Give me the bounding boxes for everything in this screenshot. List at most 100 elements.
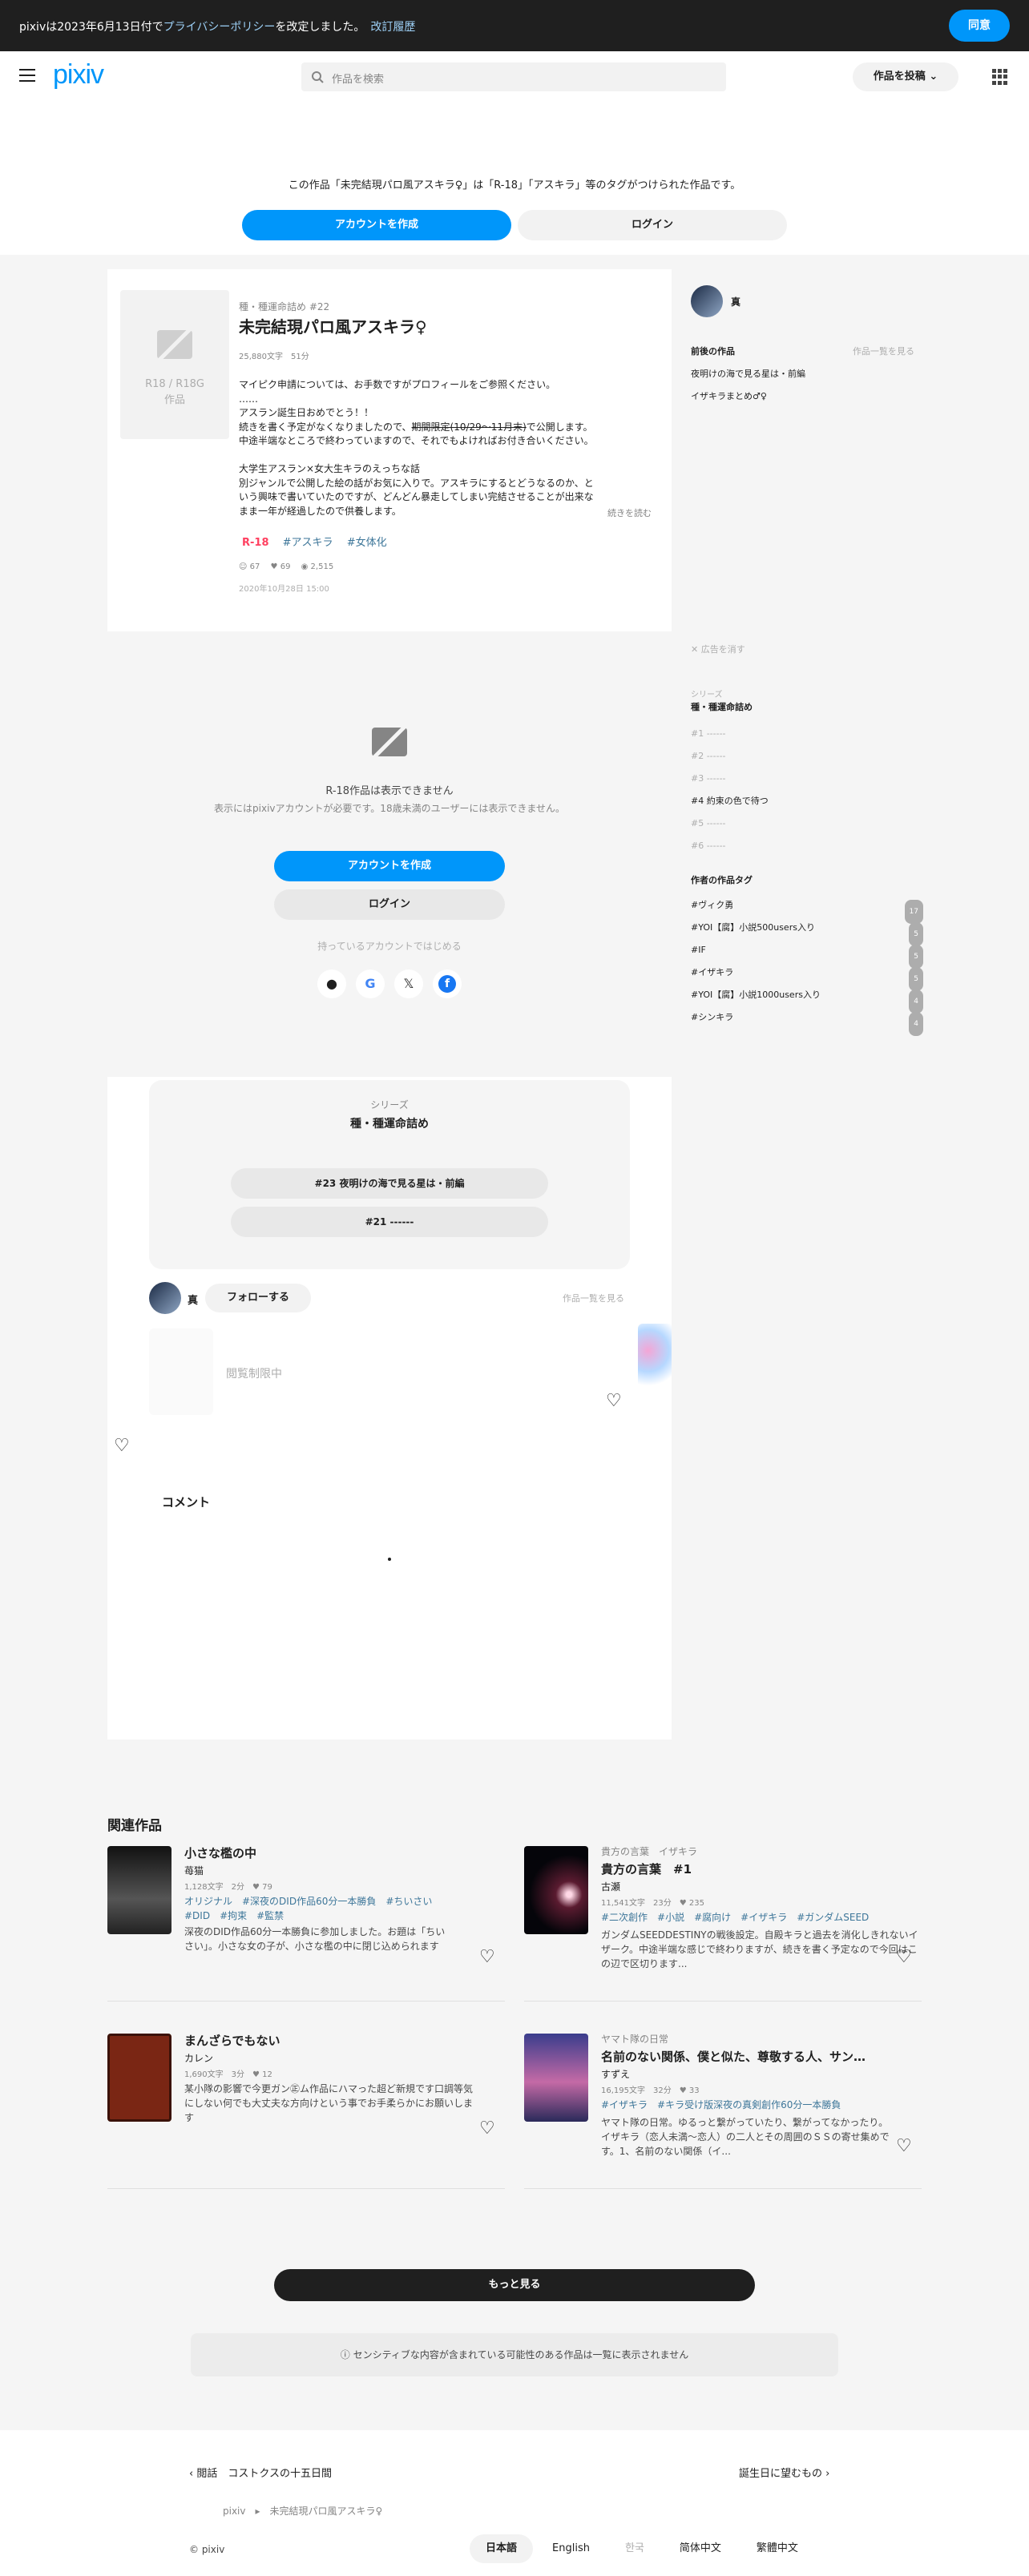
lang-en[interactable]: English (536, 2534, 606, 2563)
author-tag[interactable]: #ヴィク勇 17 (691, 894, 923, 924)
related-title-text[interactable]: 名前のない関係、僕と似た、尊敬する人、サン… (601, 2048, 918, 2065)
related-series[interactable]: ヤマト隊の日常 (601, 2032, 668, 2046)
post-work-button[interactable]: 作品を投稿 ⌄ (853, 62, 958, 91)
lang-ja[interactable]: 日本語 (470, 2534, 534, 2563)
author-tag[interactable]: #YOI【腐】小説1000users入り 4 (691, 984, 923, 1014)
chevron-down-icon: ⌄ (929, 71, 938, 83)
bookmark-heart-icon[interactable]: ♡ (479, 1947, 495, 1967)
related-tags[interactable]: オリジナル #深夜のDID作品60分一本勝負 #ちいさい #DID #拘束 #監… (184, 1894, 449, 1923)
series-item[interactable]: #1 ------ (691, 723, 769, 745)
related-desc: ヤマト隊の日常。ゆるっと繋がっていたり、繋がってなかったり。イザキラ（恋人未満〜… (601, 2117, 890, 2157)
read-more-link[interactable]: 続きを読む (604, 506, 655, 519)
menu-icon[interactable] (19, 69, 35, 82)
series-box: シリーズ 種・種運命詰め #23 夜明けの海で見る星は・前編 #21 -----… (149, 1080, 630, 1269)
avatar[interactable] (691, 285, 723, 317)
bookmark-heart-icon[interactable]: ♡ (479, 2118, 495, 2139)
series-box-label: シリーズ (370, 1099, 409, 1111)
side-works-link[interactable]: 作品一覧を見る (853, 345, 914, 357)
revision-history-link[interactable]: 改訂履歴 (370, 21, 415, 34)
r18-thumbnail-placeholder: R18 / R18G 作品 (120, 290, 229, 439)
related-desc: ガンダムSEEDDESTINYの戦後設定。自殿キラと過去を消化しきれないイザーク… (601, 1929, 918, 1969)
side-series-title[interactable]: 種・種運命詰め (691, 700, 753, 713)
related-desc: 某小隊の影響で今更ガン㊣ム作品にハマった超ど新規です口調等気にしない何でも大丈夫… (184, 2083, 474, 2123)
breadcrumb-root[interactable]: pixiv (223, 2505, 246, 2517)
google-icon[interactable]: G (356, 970, 385, 998)
pixiv-logo[interactable]: pixiv (53, 59, 104, 91)
series-item[interactable]: #2 ------ (691, 745, 769, 768)
related-card[interactable]: 貴方の言葉 イザキラ 貴方の言葉 #1 古瀬 11,541文字 23分 ♥ 23… (524, 1844, 922, 2002)
comments-title: コメント (162, 1495, 211, 1510)
author-tag[interactable]: #イザキラ 5 (691, 961, 923, 991)
series-item[interactable]: #6 ------ (691, 835, 769, 857)
related-card[interactable]: まんざらでもない カレン 1,690文字 3分 ♥ 12 某小隊の影響で今更ガン… (107, 2032, 505, 2189)
other-work-thumb[interactable] (638, 1324, 672, 1391)
related-title-text[interactable]: 小さな檻の中 (184, 1844, 256, 1861)
r18-create-account-button[interactable]: アカウントを作成 (274, 851, 505, 881)
avatar[interactable] (149, 1282, 181, 1314)
bookmark-heart-icon[interactable]: ♡ (606, 1391, 622, 1411)
related-tags[interactable]: #二次創作 #小説 #腐向け #イザキラ #ガンダムSEED (601, 1910, 922, 1925)
side-author-name[interactable]: 真 (731, 295, 740, 308)
lang-zh-tw[interactable]: 繁體中文 (740, 2534, 814, 2563)
related-series[interactable]: 貴方の言葉 イザキラ (601, 1844, 697, 1858)
privacy-policy-link[interactable]: プライバシーポリシー (163, 21, 276, 34)
author-tag[interactable]: #シンキラ 4 (691, 1006, 923, 1036)
related-author[interactable]: 苺猫 (184, 1864, 204, 1877)
author-tag[interactable]: #YOI【腐】小説500users入り 5 (691, 917, 923, 946)
breadcrumb: pixiv ▸ 未完結現パロ風アスキラ♀ (223, 2505, 383, 2517)
tag-askira[interactable]: #アスキラ (283, 537, 333, 549)
work-stats: ☺ 67 ♥ 69 ◉ 2,515 (239, 562, 334, 571)
lang-zh-cn[interactable]: 简体中文 (664, 2534, 737, 2563)
create-account-button[interactable]: アカウントを作成 (242, 210, 511, 240)
side-next-work[interactable]: 夜明けの海で見る星は・前編 (691, 367, 805, 380)
agree-button[interactable]: 同意 (949, 10, 1010, 42)
bookmark-heart-icon[interactable]: ♡ (896, 2136, 912, 2156)
series-item[interactable]: #5 ------ (691, 812, 769, 835)
related-cover[interactable] (524, 1846, 588, 1934)
next-work-link[interactable]: 誕生日に望むもの › (739, 2465, 829, 2480)
image-blocked-icon (155, 325, 194, 364)
series-item[interactable]: #4 約束の色で待つ (691, 790, 769, 812)
r18-login-button[interactable]: ログイン (274, 889, 505, 920)
bookmark-heart-icon[interactable]: ♡ (114, 1436, 130, 1456)
related-card[interactable]: 小さな檻の中 苺猫 1,128文字 2分 ♥ 79 オリジナル #深夜のDID作… (107, 1844, 505, 2002)
series-item[interactable]: #3 ------ (691, 768, 769, 790)
copyright: © pixiv (189, 2544, 225, 2555)
related-cover[interactable] (107, 2034, 172, 2122)
series-box-title[interactable]: 種・種運命詰め (149, 1115, 630, 1131)
prev-work-link[interactable]: ‹ 閲話 コストクスの十五日間 (189, 2465, 332, 2480)
tag-r18[interactable]: R-18 (242, 537, 269, 549)
bookmark-heart-icon[interactable]: ♡ (896, 1947, 912, 1967)
lang-ko[interactable]: 한국 (609, 2534, 660, 2563)
related-card[interactable]: ヤマト隊の日常 名前のない関係、僕と似た、尊敬する人、サン… すずえ 16,19… (524, 2032, 922, 2189)
related-cover[interactable] (107, 1846, 172, 1934)
side-related-work[interactable]: イザキラまとめ♂♀ (691, 389, 767, 402)
related-author[interactable]: カレン (184, 2051, 213, 2065)
login-button[interactable]: ログイン (518, 210, 787, 240)
series-prev-button[interactable]: #21 ------ (231, 1207, 548, 1237)
facebook-icon[interactable]: f (433, 970, 462, 998)
follow-button[interactable]: フォローする (205, 1284, 311, 1312)
series-next-button[interactable]: #23 夜明けの海で見る星は・前編 (231, 1168, 548, 1199)
related-cover[interactable] (524, 2034, 588, 2122)
restricted-thumb[interactable] (149, 1328, 213, 1415)
search-input[interactable]: 作品を検索 (301, 62, 726, 91)
related-title-text[interactable]: まんざらでもない (184, 2032, 280, 2049)
side-series-label: シリーズ (691, 691, 723, 699)
related-author[interactable]: 古瀬 (601, 1880, 620, 1893)
work-caption: マイピク申請については、お手数ですがプロフィールをご参照ください。 …… アスラ… (239, 379, 594, 517)
apps-grid-icon[interactable] (992, 69, 1008, 85)
author-works-link[interactable]: 作品一覧を見る (563, 1292, 624, 1304)
see-more-button[interactable]: もっと見る (274, 2269, 755, 2301)
series-link[interactable]: 種・種運命詰め #22 (239, 300, 329, 313)
related-author[interactable]: すずえ (601, 2067, 630, 2081)
related-title-text[interactable]: 貴方の言葉 #1 (601, 1860, 692, 1877)
related-meta: 1,128文字 2分 ♥ 79 (184, 1883, 272, 1892)
related-tags[interactable]: #イザキラ #キラ受け版深夜の真剣創作60分一本勝負 (601, 2098, 922, 2112)
author-tag[interactable]: #IF 5 (691, 939, 923, 969)
x-icon[interactable]: 𝕏 (394, 970, 423, 998)
tag-female[interactable]: #女体化 (347, 537, 387, 549)
apple-icon[interactable]: ● (317, 970, 346, 998)
close-ad-link[interactable]: ✕ 広告を消す (691, 643, 745, 655)
author-name[interactable]: 真 (188, 1292, 198, 1307)
